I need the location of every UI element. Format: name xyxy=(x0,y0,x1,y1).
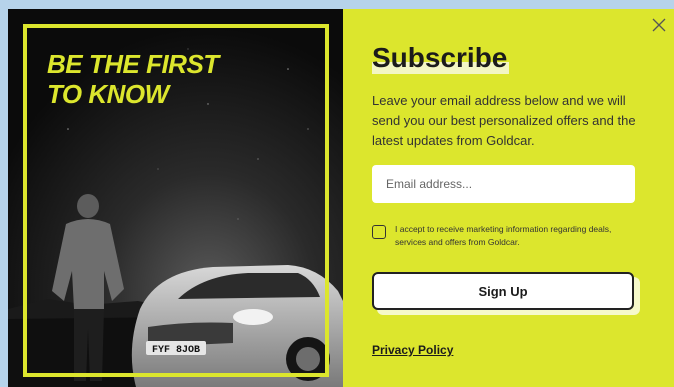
email-input[interactable] xyxy=(372,165,635,203)
consent-row: I accept to receive marketing informatio… xyxy=(372,223,635,249)
close-icon xyxy=(652,18,666,32)
close-button[interactable] xyxy=(650,16,668,34)
promo-panel: FYF 8JOB BE THE FIRST TO KNOW xyxy=(8,9,343,387)
promo-headline: BE THE FIRST TO KNOW xyxy=(47,49,219,109)
form-description: Leave your email address below and we wi… xyxy=(372,93,636,148)
subscribe-panel: Subscribe Leave your email address below… xyxy=(343,9,674,387)
subscribe-modal: FYF 8JOB BE THE FIRST TO KNOW Subscribe … xyxy=(8,9,674,387)
headline-line-2: TO KNOW xyxy=(47,79,169,109)
headline-line-1: BE THE FIRST xyxy=(47,49,219,79)
privacy-policy-link[interactable]: Privacy Policy xyxy=(372,343,453,357)
consent-label: I accept to receive marketing informatio… xyxy=(395,224,612,247)
consent-checkbox[interactable] xyxy=(372,225,386,239)
form-title: Subscribe xyxy=(372,42,510,74)
signup-button[interactable]: Sign Up xyxy=(372,272,634,310)
